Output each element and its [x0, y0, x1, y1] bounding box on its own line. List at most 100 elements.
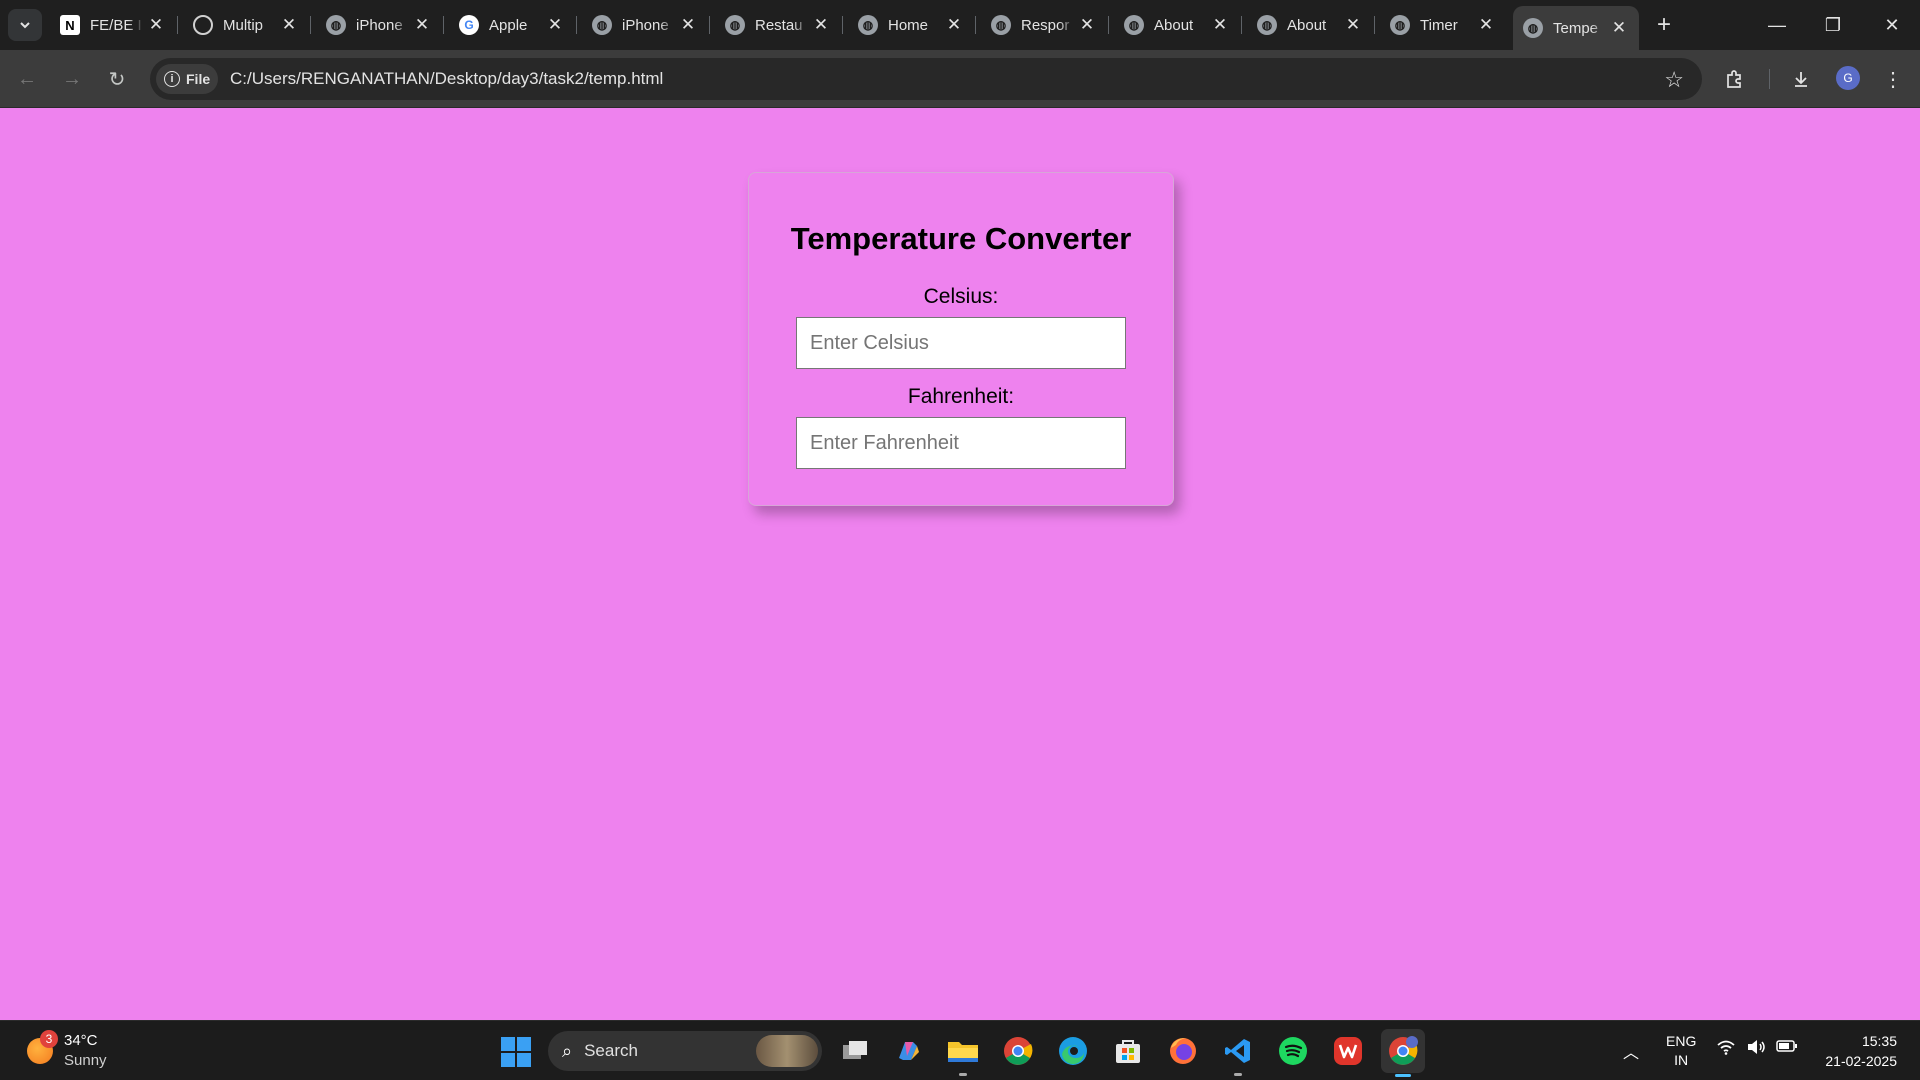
page-viewport: Temperature Converter Celsius: Fahrenhei…: [0, 108, 1920, 1020]
tab-strip: N FE/BE I ✕ Multip ✕ ◍ iPhone ✕ G Apple …: [0, 0, 1920, 50]
tab-11[interactable]: ◍ Timer ✕: [1380, 9, 1506, 41]
tab-1[interactable]: N FE/BE I ✕: [50, 9, 178, 41]
tab-title: FE/BE I: [90, 16, 142, 34]
back-button[interactable]: ←: [10, 62, 44, 96]
wps-office-icon[interactable]: [1331, 1034, 1365, 1068]
windows-start-icon[interactable]: [501, 1037, 531, 1067]
close-icon[interactable]: ✕: [813, 15, 829, 35]
language-code: ENG: [1666, 1033, 1697, 1049]
chrome-icon[interactable]: [1001, 1034, 1035, 1068]
tab-divider: [1108, 16, 1109, 34]
tab-9[interactable]: ◍ About ✕: [1114, 9, 1242, 41]
store-icon[interactable]: [1111, 1034, 1145, 1068]
vscode-icon[interactable]: [1221, 1034, 1255, 1076]
clock-time: 15:35: [1861, 1033, 1897, 1049]
notification-badge: 3: [40, 1030, 58, 1048]
new-tab-button[interactable]: +: [1650, 9, 1678, 41]
volume-icon[interactable]: [1746, 1039, 1766, 1060]
tab-6[interactable]: ◍ Restau ✕: [715, 9, 843, 41]
battery-icon[interactable]: [1776, 1039, 1798, 1058]
language-indicator[interactable]: ENG IN: [1666, 1032, 1696, 1070]
downloads-button[interactable]: [1784, 62, 1818, 96]
tab-divider: [443, 16, 444, 34]
edge-icon[interactable]: [1056, 1034, 1090, 1068]
tab-12-active[interactable]: ◍ Tempe ✕: [1513, 6, 1639, 50]
fahrenheit-label: Fahrenheit:: [907, 385, 1015, 408]
address-bar[interactable]: i File C:/Users/RENGANATHAN/Desktop/day3…: [150, 58, 1702, 100]
extensions-button[interactable]: [1718, 62, 1752, 96]
copilot-icon[interactable]: [891, 1034, 925, 1068]
arrow-left-icon: ←: [17, 67, 37, 90]
tab-8[interactable]: ◍ Respor ✕: [981, 9, 1109, 41]
tab-2[interactable]: Multip ✕: [183, 9, 311, 41]
language-region: IN: [1674, 1052, 1689, 1068]
tab-divider: [310, 16, 311, 34]
tab-title: Respor: [1021, 16, 1070, 34]
tab-search-button[interactable]: [8, 9, 42, 41]
restore-button[interactable]: ❐: [1805, 0, 1861, 50]
menu-button[interactable]: ⋮: [1876, 62, 1910, 96]
tab-title: About: [1154, 16, 1194, 34]
minimize-button[interactable]: —: [1749, 0, 1805, 50]
notion-icon: N: [60, 15, 80, 35]
tab-title: Timer: [1420, 16, 1458, 34]
taskbar-search-label: Search: [584, 1041, 638, 1060]
weather-temperature: 34°C: [64, 1032, 98, 1049]
tab-7[interactable]: ◍ Home ✕: [848, 9, 976, 41]
close-icon[interactable]: ✕: [547, 15, 563, 35]
info-icon: i: [164, 71, 180, 87]
close-icon[interactable]: ✕: [281, 15, 297, 35]
celsius-label: Celsius:: [923, 285, 999, 308]
close-icon[interactable]: ✕: [1079, 15, 1095, 35]
wifi-icon[interactable]: [1716, 1039, 1736, 1060]
globe-icon: ◍: [1523, 18, 1543, 38]
reload-button[interactable]: ↻: [100, 62, 134, 96]
task-view-icon[interactable]: [838, 1034, 872, 1068]
tab-4[interactable]: G Apple ✕: [449, 9, 577, 41]
url-text[interactable]: C:/Users/RENGANATHAN/Desktop/day3/task2/…: [230, 69, 663, 89]
tab-5[interactable]: ◍ iPhone ✕: [582, 9, 710, 41]
tab-divider: [1374, 16, 1375, 34]
chevron-up-icon[interactable]: ︿: [1623, 1039, 1639, 1063]
weather-condition: Sunny: [64, 1052, 107, 1069]
tab-title: iPhone: [356, 16, 403, 34]
close-window-button[interactable]: ✕: [1864, 0, 1920, 50]
bookmark-star-icon[interactable]: ☆: [1664, 67, 1684, 93]
spotify-icon[interactable]: [1276, 1034, 1310, 1068]
tab-title: Restau: [755, 16, 803, 34]
close-icon[interactable]: ✕: [1478, 15, 1494, 35]
globe-icon: ◍: [991, 15, 1011, 35]
active-indicator: [1395, 1074, 1411, 1077]
site-info-chip[interactable]: i File: [156, 64, 218, 94]
search-icon: ⌕: [562, 1040, 573, 1061]
fahrenheit-input[interactable]: [796, 417, 1126, 469]
tab-title: Tempe: [1553, 19, 1599, 37]
tab-3[interactable]: ◍ iPhone ✕: [316, 9, 444, 41]
tab-title: iPhone: [622, 16, 669, 34]
taskbar-search[interactable]: ⌕ Search: [548, 1031, 822, 1071]
file-explorer-icon[interactable]: [946, 1034, 980, 1076]
tab-title: Multip: [223, 16, 264, 34]
celsius-input[interactable]: [796, 317, 1126, 369]
page-title: Temperature Converter: [790, 221, 1132, 256]
tab-divider: [975, 16, 976, 34]
close-icon[interactable]: ✕: [414, 15, 430, 35]
tab-divider: [842, 16, 843, 34]
globe-icon: ◍: [858, 15, 878, 35]
running-indicator: [959, 1073, 967, 1076]
close-icon[interactable]: ✕: [680, 15, 696, 35]
puzzle-icon: [1727, 70, 1741, 88]
toolbar-divider: [1769, 69, 1770, 89]
tab-10[interactable]: ◍ About ✕: [1247, 9, 1375, 41]
close-icon[interactable]: ✕: [148, 15, 164, 35]
chrome-profile-icon[interactable]: [1381, 1029, 1425, 1077]
tab-title: Apple: [489, 16, 528, 34]
close-icon[interactable]: ✕: [946, 15, 962, 35]
forward-button[interactable]: →: [55, 62, 89, 96]
close-icon[interactable]: ✕: [1212, 15, 1228, 35]
firefox-icon[interactable]: [1166, 1034, 1200, 1068]
close-icon[interactable]: ✕: [1345, 15, 1361, 35]
system-clock[interactable]: 15:35 21-02-2025: [1825, 1031, 1897, 1071]
profile-avatar[interactable]: G: [1836, 66, 1860, 90]
close-icon[interactable]: ✕: [1611, 18, 1627, 38]
